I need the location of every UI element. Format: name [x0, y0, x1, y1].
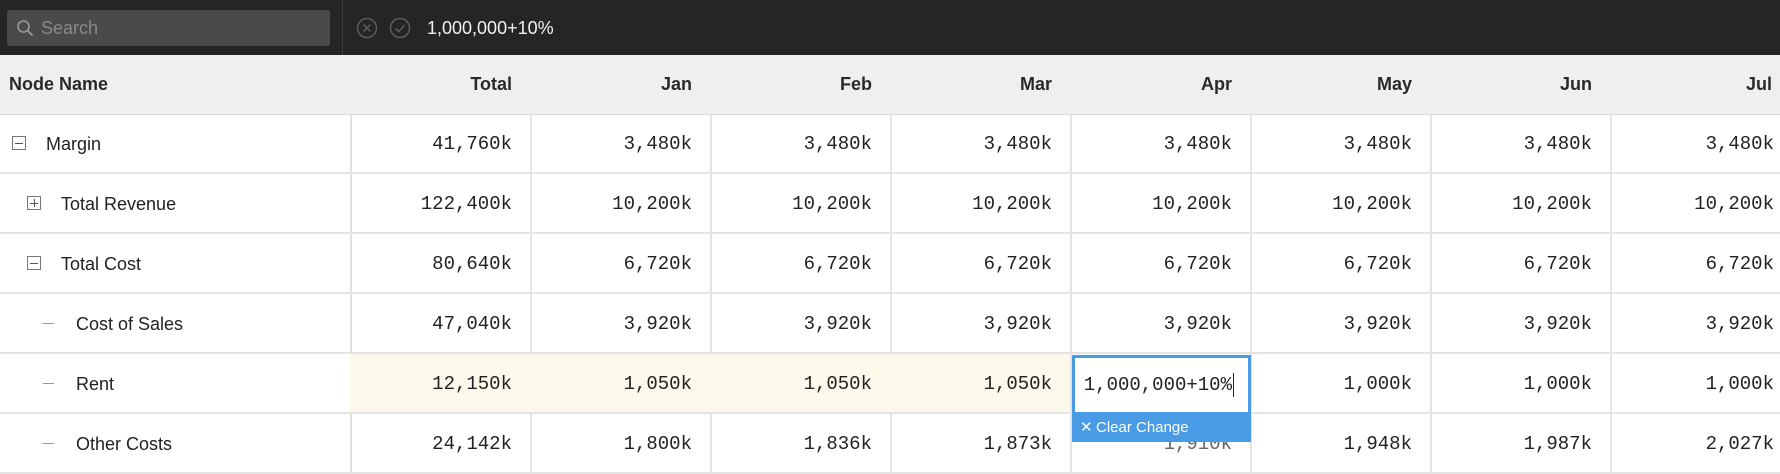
- leaf-dash-icon: [43, 323, 54, 324]
- value-cell[interactable]: 1,836k: [710, 414, 892, 474]
- value-cell[interactable]: 24,142k: [350, 414, 532, 474]
- value-cell[interactable]: 6,720k: [890, 234, 1072, 294]
- value-cell[interactable]: 1,000k: [1430, 354, 1612, 414]
- value-cell[interactable]: 6,720k: [1610, 234, 1780, 294]
- column-header-node-name[interactable]: Node Name: [0, 55, 350, 114]
- value-cell[interactable]: 3,920k: [530, 294, 712, 354]
- collapse-icon[interactable]: [27, 256, 41, 270]
- value-cell[interactable]: 10,200k: [1430, 174, 1612, 234]
- value-cell[interactable]: 3,480k: [530, 114, 712, 174]
- value-cell[interactable]: 47,040k: [350, 294, 532, 354]
- value-cell[interactable]: 1,000k: [1250, 354, 1432, 414]
- node-name-cell[interactable]: Cost of Sales: [0, 294, 352, 354]
- grid-header: Node Name Total Jan Feb Mar Apr May Jun …: [0, 55, 1780, 115]
- search-input[interactable]: [41, 10, 321, 46]
- value-cell[interactable]: 1,987k: [1430, 414, 1612, 474]
- clear-change-label: Clear Change: [1096, 419, 1189, 436]
- value-cell[interactable]: 3,480k: [1070, 114, 1252, 174]
- value-cell[interactable]: 1,800k: [530, 414, 712, 474]
- value-cell[interactable]: 10,200k: [1070, 174, 1252, 234]
- expand-icon[interactable]: [27, 196, 41, 210]
- value-cell[interactable]: 3,480k: [710, 114, 892, 174]
- changed-value-cell[interactable]: 12,150k: [350, 354, 532, 414]
- cell-editor-value: 1,000,000+10%: [1083, 374, 1232, 396]
- value-cell[interactable]: 41,760k: [350, 114, 532, 174]
- leaf-dash-icon: [43, 443, 54, 444]
- circle-check-icon[interactable]: [389, 17, 411, 39]
- value-cell[interactable]: 2,027k: [1610, 414, 1780, 474]
- value-cell[interactable]: 1,873k: [890, 414, 1072, 474]
- node-name-cell[interactable]: Rent: [0, 354, 352, 414]
- column-header-feb[interactable]: Feb: [710, 55, 890, 114]
- column-header-mar[interactable]: Mar: [890, 55, 1070, 114]
- table-row: Other Costs 24,142k 1,800k 1,836k 1,873k…: [0, 414, 1780, 474]
- node-name-cell[interactable]: Margin: [0, 114, 352, 174]
- close-icon: ✕: [1080, 419, 1093, 436]
- value-cell[interactable]: 6,720k: [1250, 234, 1432, 294]
- value-cell[interactable]: 10,200k: [1250, 174, 1432, 234]
- value-cell[interactable]: 3,920k: [1070, 294, 1252, 354]
- value-cell[interactable]: 3,480k: [1610, 114, 1780, 174]
- node-name-cell[interactable]: Total Revenue: [0, 174, 352, 234]
- node-name-cell[interactable]: Other Costs: [0, 414, 352, 474]
- formula-bar-value[interactable]: 1,000,000+10%: [427, 16, 554, 40]
- collapse-icon[interactable]: [12, 136, 26, 150]
- node-label: Cost of Sales: [76, 314, 184, 334]
- value-cell[interactable]: 80,640k: [350, 234, 532, 294]
- circle-x-icon[interactable]: [356, 17, 378, 39]
- clear-change-button[interactable]: ✕ Clear Change: [1072, 414, 1251, 442]
- changed-value-cell[interactable]: 1,050k: [710, 354, 892, 414]
- table-row: Margin 41,760k 3,480k 3,480k 3,480k 3,48…: [0, 114, 1780, 174]
- changed-value-cell[interactable]: 1,050k: [530, 354, 712, 414]
- node-label: Total Cost: [61, 254, 142, 274]
- value-cell[interactable]: 3,920k: [1250, 294, 1432, 354]
- value-cell[interactable]: 10,200k: [890, 174, 1072, 234]
- column-header-jul[interactable]: Jul: [1610, 55, 1780, 114]
- value-cell[interactable]: 6,720k: [1070, 234, 1252, 294]
- column-header-may[interactable]: May: [1250, 55, 1430, 114]
- changed-value-cell[interactable]: 1,050k: [890, 354, 1072, 414]
- node-label: Rent: [76, 374, 115, 394]
- formula-toolbar: 1,000,000+10%: [0, 0, 1780, 55]
- search-box[interactable]: [7, 10, 330, 46]
- column-header-jun[interactable]: Jun: [1430, 55, 1610, 114]
- value-cell[interactable]: 6,720k: [530, 234, 712, 294]
- node-label: Margin: [46, 134, 102, 154]
- value-cell[interactable]: 3,920k: [890, 294, 1072, 354]
- value-cell[interactable]: 6,720k: [710, 234, 892, 294]
- value-cell[interactable]: 3,480k: [1430, 114, 1612, 174]
- leaf-dash-icon: [43, 383, 54, 384]
- value-cell[interactable]: 3,480k: [890, 114, 1072, 174]
- column-header-jan[interactable]: Jan: [530, 55, 710, 114]
- table-row: Total Cost 80,640k 6,720k 6,720k 6,720k …: [0, 234, 1780, 294]
- cell-editor-input[interactable]: 1,000,000+10%: [1072, 355, 1251, 415]
- column-header-total[interactable]: Total: [350, 55, 530, 114]
- node-label: Total Revenue: [61, 194, 177, 214]
- table-row: Rent 12,150k 1,050k 1,050k 1,050k 1,000k…: [0, 354, 1780, 414]
- value-cell[interactable]: 122,400k: [350, 174, 532, 234]
- value-cell[interactable]: 10,200k: [530, 174, 712, 234]
- value-cell[interactable]: 1,000k: [1610, 354, 1780, 414]
- table-row: Cost of Sales 47,040k 3,920k 3,920k 3,92…: [0, 294, 1780, 354]
- column-header-apr[interactable]: Apr: [1070, 55, 1250, 114]
- value-cell[interactable]: 10,200k: [710, 174, 892, 234]
- search-icon: [17, 20, 33, 36]
- toolbar-divider: [342, 0, 343, 55]
- text-caret: [1233, 372, 1234, 397]
- node-name-cell[interactable]: Total Cost: [0, 234, 352, 294]
- value-cell[interactable]: 3,920k: [1430, 294, 1612, 354]
- value-cell[interactable]: 3,480k: [1250, 114, 1432, 174]
- table-row: Total Revenue 122,400k 10,200k 10,200k 1…: [0, 174, 1780, 234]
- node-label: Other Costs: [76, 434, 173, 454]
- value-cell[interactable]: 3,920k: [710, 294, 892, 354]
- value-cell[interactable]: 3,920k: [1610, 294, 1780, 354]
- value-cell[interactable]: 10,200k: [1610, 174, 1780, 234]
- value-cell[interactable]: 6,720k: [1430, 234, 1612, 294]
- value-cell[interactable]: 1,948k: [1250, 414, 1432, 474]
